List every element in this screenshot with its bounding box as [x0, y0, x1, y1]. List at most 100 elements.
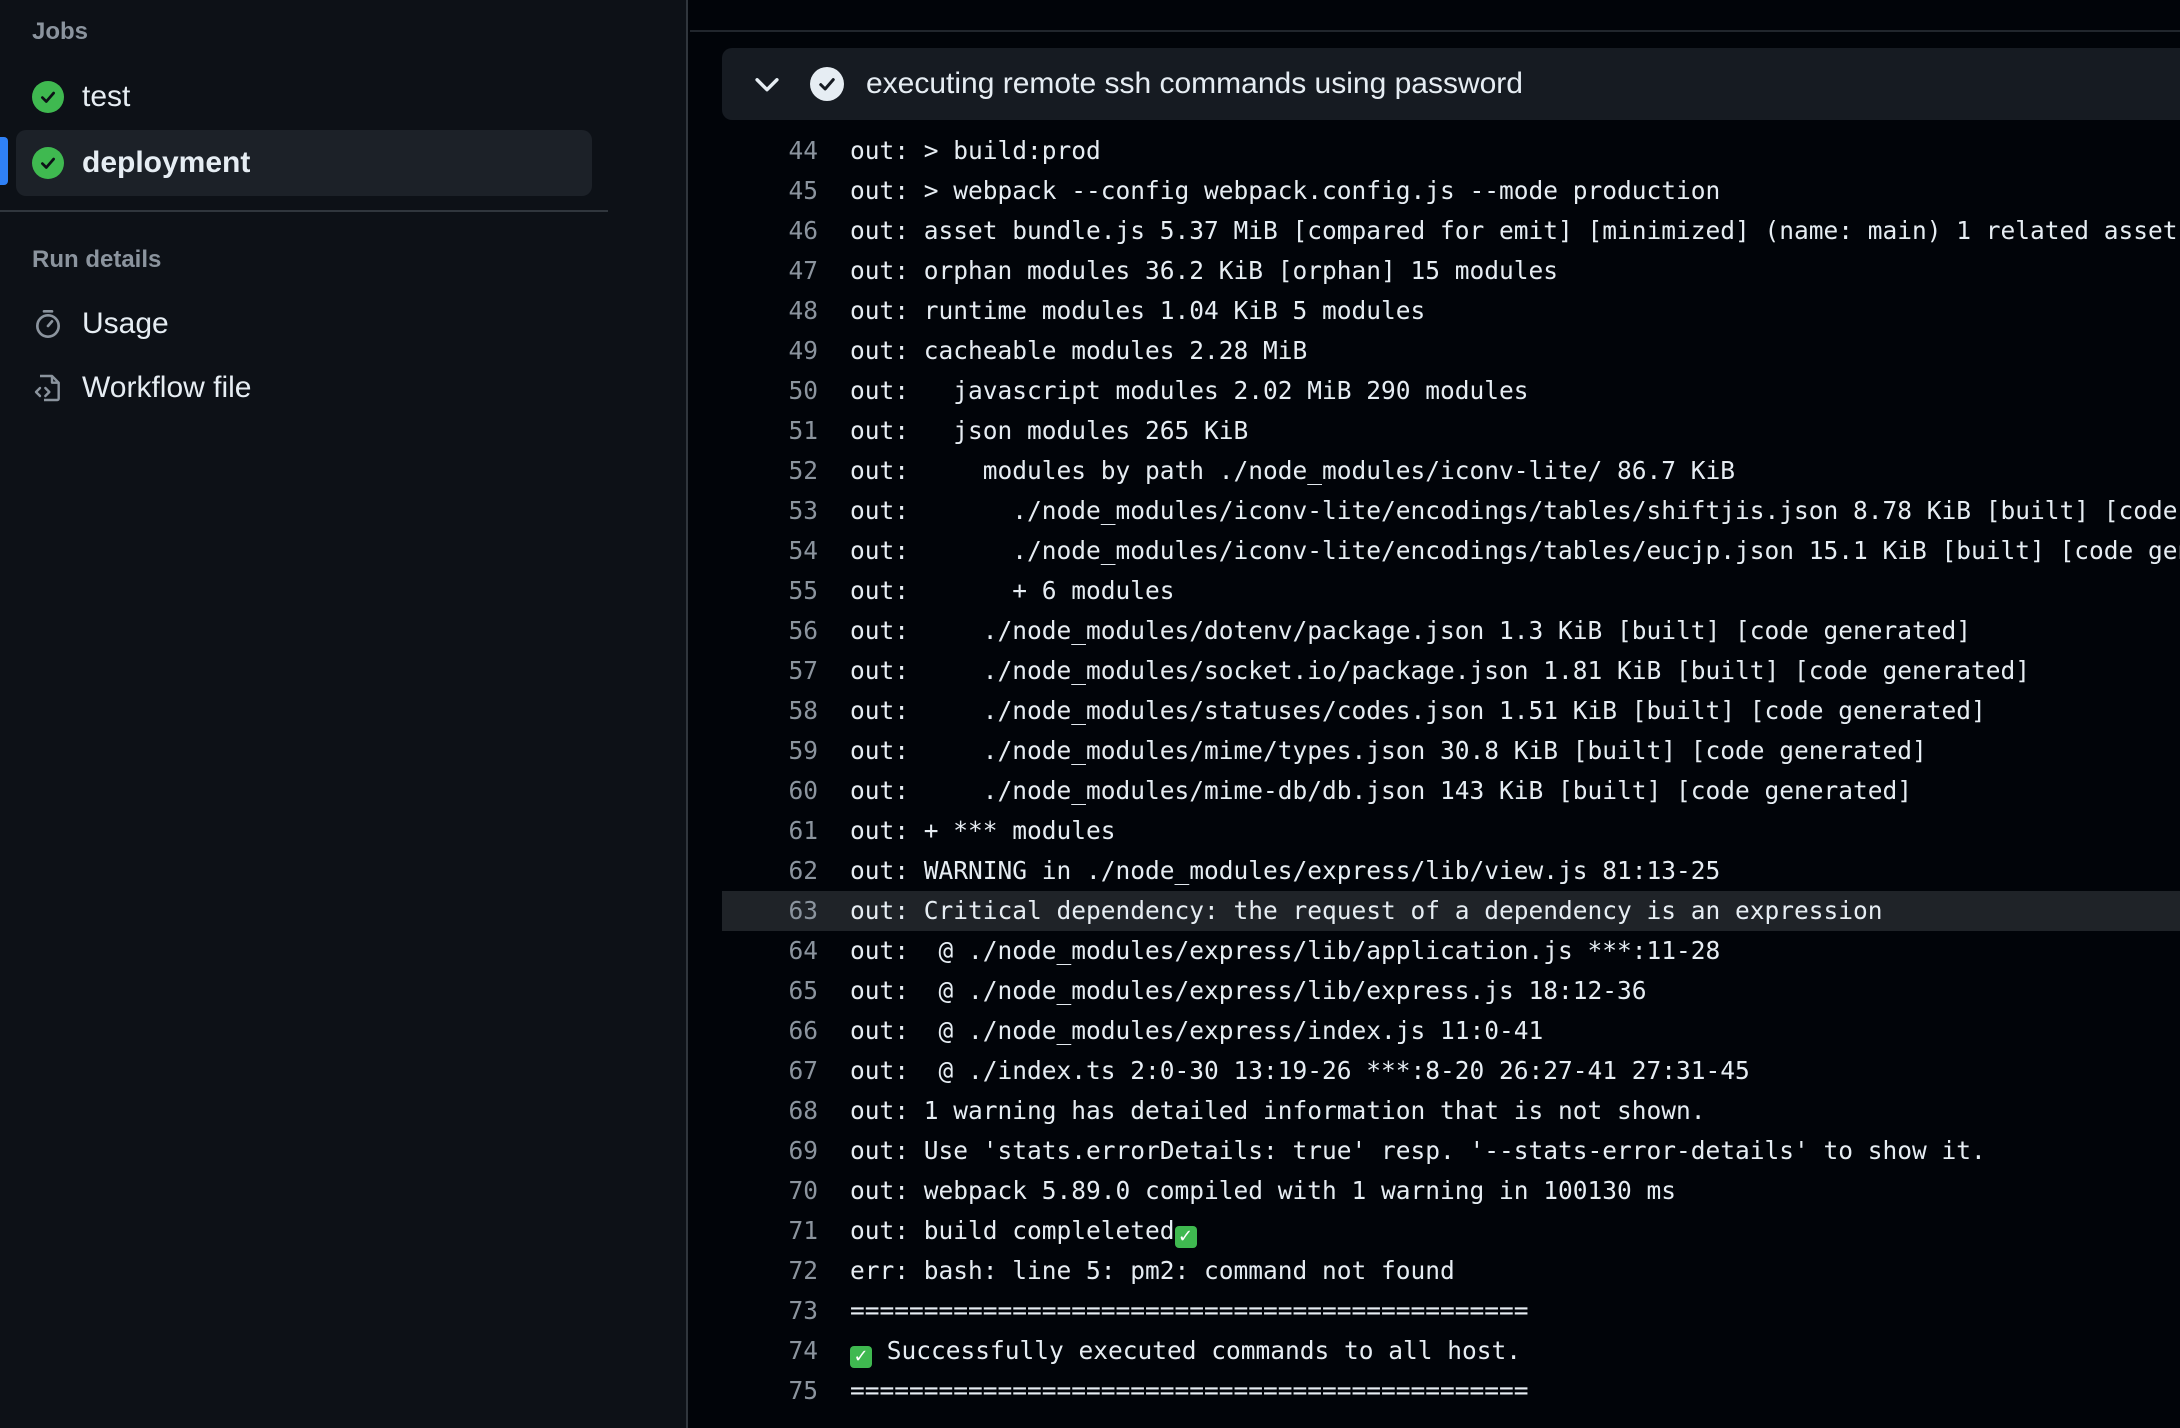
line-number[interactable]: 67	[722, 1051, 818, 1091]
line-number[interactable]: 60	[722, 771, 818, 811]
log-line[interactable]: 54 out: ./node_modules/iconv-lite/encodin…	[722, 531, 2180, 571]
line-content: out: runtime modules 1.04 KiB 5 modules	[850, 296, 1426, 325]
log-line[interactable]: 52 out: modules by path ./node_modules/ic…	[722, 451, 2180, 491]
log-line[interactable]: 69 out: Use 'stats.errorDetails: true' re…	[722, 1131, 2180, 1171]
line-number[interactable]: 46	[722, 211, 818, 251]
log-line[interactable]: 73 ======================================…	[722, 1291, 2180, 1331]
step-title: executing remote ssh commands using pass…	[866, 67, 1523, 100]
line-number[interactable]: 72	[722, 1251, 818, 1291]
line-text: out: > build:prod	[850, 131, 1101, 171]
log-line[interactable]: 75 ======================================…	[722, 1371, 2180, 1411]
log-line[interactable]: 44 out: > build:prod	[722, 131, 2180, 171]
line-number[interactable]: 48	[722, 291, 818, 331]
log-line[interactable]: 48 out: runtime modules 1.04 KiB 5 module…	[722, 291, 2180, 331]
log-line[interactable]: 59 out: ./node_modules/mime/types.json 30…	[722, 731, 2180, 771]
line-number[interactable]: 55	[722, 571, 818, 611]
log-line[interactable]: 65 out: @ ./node_modules/express/lib/expr…	[722, 971, 2180, 1011]
line-number[interactable]: 69	[722, 1131, 818, 1171]
line-number[interactable]: 54	[722, 531, 818, 571]
line-number[interactable]: 73	[722, 1291, 818, 1331]
log-line[interactable]: 53 out: ./node_modules/iconv-lite/encodin…	[722, 491, 2180, 531]
line-number[interactable]: 75	[722, 1371, 818, 1411]
line-number[interactable]: 50	[722, 371, 818, 411]
line-content: out: build compleleted	[850, 1216, 1175, 1245]
line-content: out: modules by path ./node_modules/icon…	[850, 456, 1736, 485]
line-number[interactable]: 68	[722, 1091, 818, 1131]
log-line[interactable]: 46 out: asset bundle.js 5.37 MiB [compare…	[722, 211, 2180, 251]
line-text: out: ./node_modules/mime/types.json 30.8…	[850, 731, 1927, 771]
usage-label: Usage	[82, 307, 169, 340]
line-content: out: @ ./node_modules/express/lib/applic…	[850, 936, 1721, 965]
log-line[interactable]: 67 out: @ ./index.ts 2:0-30 13:19-26 ***:…	[722, 1051, 2180, 1091]
line-number[interactable]: 61	[722, 811, 818, 851]
line-content: out: ./node_modules/iconv-lite/encodings…	[850, 536, 2180, 565]
line-number[interactable]: 56	[722, 611, 818, 651]
line-number[interactable]: 58	[722, 691, 818, 731]
job-item-deployment[interactable]: deployment	[16, 130, 592, 196]
line-number[interactable]: 49	[722, 331, 818, 371]
line-content: err: bash: line 5: pm2: command not foun…	[850, 1256, 1455, 1285]
line-number[interactable]: 64	[722, 931, 818, 971]
log-line[interactable]: 72 err: bash: line 5: pm2: command not fo…	[722, 1251, 2180, 1291]
line-number[interactable]: 74	[722, 1331, 818, 1371]
line-text: out: asset bundle.js 5.37 MiB [compared …	[850, 211, 2178, 251]
log-line[interactable]: 51 out: json modules 265 KiB	[722, 411, 2180, 451]
log-line[interactable]: 71 out: build compleleted ✓	[722, 1211, 2180, 1251]
line-number[interactable]: 45	[722, 171, 818, 211]
usage-link[interactable]: Usage	[16, 296, 592, 352]
log-line[interactable]: 66 out: @ ./node_modules/express/index.js…	[722, 1011, 2180, 1051]
line-content: out: javascript modules 2.02 MiB 290 mod…	[850, 376, 1529, 405]
log-line[interactable]: 57 out: ./node_modules/socket.io/package.…	[722, 651, 2180, 691]
line-number[interactable]: 70	[722, 1171, 818, 1211]
line-number[interactable]: 59	[722, 731, 818, 771]
log-line[interactable]: 45 out: > webpack --config webpack.config…	[722, 171, 2180, 211]
chevron-down-icon[interactable]	[750, 67, 784, 101]
line-content: out: asset bundle.js 5.37 MiB [compared …	[850, 216, 2178, 245]
log-line[interactable]: 50 out: javascript modules 2.02 MiB 290 m…	[722, 371, 2180, 411]
line-content: out: cacheable modules 2.28 MiB	[850, 336, 1308, 365]
log-line[interactable]: 64 out: @ ./node_modules/express/lib/appl…	[722, 931, 2180, 971]
line-content: out: + 6 modules	[850, 576, 1175, 605]
line-number[interactable]: 62	[722, 851, 818, 891]
check-circle-icon	[32, 81, 64, 113]
line-number[interactable]: 44	[722, 131, 818, 171]
workflow-file-link[interactable]: Workflow file	[16, 360, 592, 416]
job-label: test	[82, 80, 131, 113]
job-item-test[interactable]: test	[16, 64, 592, 130]
line-content: out: > webpack --config webpack.config.j…	[850, 176, 1721, 205]
line-number[interactable]: 66	[722, 1011, 818, 1051]
line-number[interactable]: 51	[722, 411, 818, 451]
line-number[interactable]: 71	[722, 1211, 818, 1251]
line-number[interactable]: 52	[722, 451, 818, 491]
log-line[interactable]: 49 out: cacheable modules 2.28 MiB	[722, 331, 2180, 371]
line-text: out: + *** modules	[850, 811, 1116, 851]
log-line[interactable]: 70 out: webpack 5.89.0 compiled with 1 wa…	[722, 1171, 2180, 1211]
line-content: out: 1 warning has detailed information …	[850, 1096, 1706, 1125]
log-line[interactable]: 63 out: Critical dependency: the request …	[722, 891, 2180, 931]
line-number[interactable]: 63	[722, 891, 818, 931]
line-number[interactable]: 47	[722, 251, 818, 291]
step-header[interactable]: executing remote ssh commands using pass…	[722, 48, 2180, 120]
log-line[interactable]: 62 out: WARNING in ./node_modules/express…	[722, 851, 2180, 891]
line-text: out: > webpack --config webpack.config.j…	[850, 171, 1720, 211]
line-content: out: @ ./index.ts 2:0-30 13:19-26 ***:8-…	[850, 1056, 1750, 1085]
log-line[interactable]: 60 out: ./node_modules/mime-db/db.json 14…	[722, 771, 2180, 811]
log-line[interactable]: 68 out: 1 warning has detailed informatio…	[722, 1091, 2180, 1131]
log-line[interactable]: 55 out: + 6 modules	[722, 571, 2180, 611]
line-number[interactable]: 57	[722, 651, 818, 691]
line-number[interactable]: 53	[722, 491, 818, 531]
line-content: out: orphan modules 36.2 KiB [orphan] 15…	[850, 256, 1559, 285]
log-line[interactable]: 56 out: ./node_modules/dotenv/package.jso…	[722, 611, 2180, 651]
line-text: out: build compleleted ✓	[850, 1211, 1197, 1251]
log-line[interactable]: 74 ✓ Successfully executed commands to al…	[722, 1331, 2180, 1371]
log-line[interactable]: 58 out: ./node_modules/statuses/codes.jso…	[722, 691, 2180, 731]
line-number[interactable]: 65	[722, 971, 818, 1011]
log-line[interactable]: 47 out: orphan modules 36.2 KiB [orphan] …	[722, 251, 2180, 291]
log-line[interactable]: 61 out: + *** modules	[722, 811, 2180, 851]
line-text: out: ./node_modules/dotenv/package.json …	[850, 611, 1971, 651]
check-circle-icon	[32, 147, 64, 179]
line-content: out: ./node_modules/iconv-lite/encodings…	[850, 496, 2180, 525]
line-text: out: Critical dependency: the request of…	[850, 891, 1883, 931]
line-text: out: WARNING in ./node_modules/express/l…	[850, 851, 1720, 891]
sidebar-divider	[0, 210, 608, 212]
